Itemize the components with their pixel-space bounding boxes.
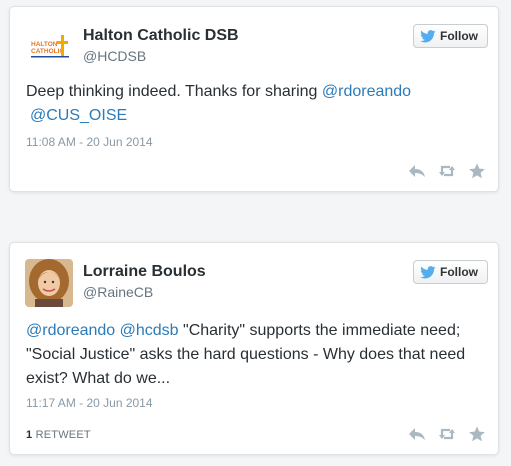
retweet-icon[interactable]	[438, 163, 456, 179]
retweet-count-value: 1	[26, 429, 33, 441]
tweet-card: Lorraine Boulos @RaineCB Follow @rdorean…	[9, 242, 499, 455]
tweet-timestamp[interactable]: 11:08 AM - 20 Jun 2014	[26, 135, 153, 149]
reply-icon[interactable]	[408, 426, 426, 442]
tweet-text-plain: Deep thinking indeed. Thanks for sharing	[26, 83, 322, 100]
follow-button[interactable]: Follow	[413, 24, 488, 48]
follow-button[interactable]: Follow	[413, 260, 488, 284]
avatar[interactable]: HALTON CATHOLIC	[25, 23, 73, 71]
twitter-bird-icon	[420, 265, 436, 278]
author-handle[interactable]: @HCDSB	[83, 48, 146, 64]
author-name[interactable]: Lorraine Boulos	[83, 263, 206, 281]
reply-icon[interactable]	[408, 163, 426, 179]
mention-link[interactable]: @hcdsb	[120, 322, 179, 339]
tweet-text: @rdoreando @hcdsb "Charity" supports the…	[26, 319, 486, 391]
twitter-bird-icon	[420, 29, 436, 42]
star-icon[interactable]	[468, 426, 486, 442]
tweet-text: Deep thinking indeed. Thanks for sharing…	[26, 80, 486, 128]
tweet-timestamp[interactable]: 11:17 AM - 20 Jun 2014	[26, 396, 153, 410]
mention-link[interactable]: @rdoreando	[322, 83, 411, 100]
retweet-count-label: RETWEET	[35, 429, 91, 441]
profile-photo-icon	[25, 259, 73, 307]
logo-text-line-1: HALTON	[31, 41, 58, 48]
school-logo-icon: HALTON CATHOLIC	[25, 23, 73, 71]
tweet-actions	[408, 163, 486, 179]
follow-label: Follow	[440, 265, 478, 279]
tweet-card: HALTON CATHOLIC Halton Catholic DSB @HCD…	[9, 6, 499, 192]
mention-link[interactable]: @rdoreando	[26, 322, 115, 339]
retweet-count[interactable]: 1 RETWEET	[26, 429, 91, 441]
star-icon[interactable]	[468, 163, 486, 179]
logo-text-line-2: CATHOLIC	[31, 48, 64, 55]
author-handle[interactable]: @RaineCB	[83, 284, 153, 300]
follow-label: Follow	[440, 29, 478, 43]
retweet-icon[interactable]	[438, 426, 456, 442]
tweet-actions	[408, 426, 486, 442]
author-name[interactable]: Halton Catholic DSB	[83, 27, 239, 45]
mention-link[interactable]: @CUS_OISE	[30, 107, 127, 124]
avatar[interactable]	[25, 259, 73, 307]
